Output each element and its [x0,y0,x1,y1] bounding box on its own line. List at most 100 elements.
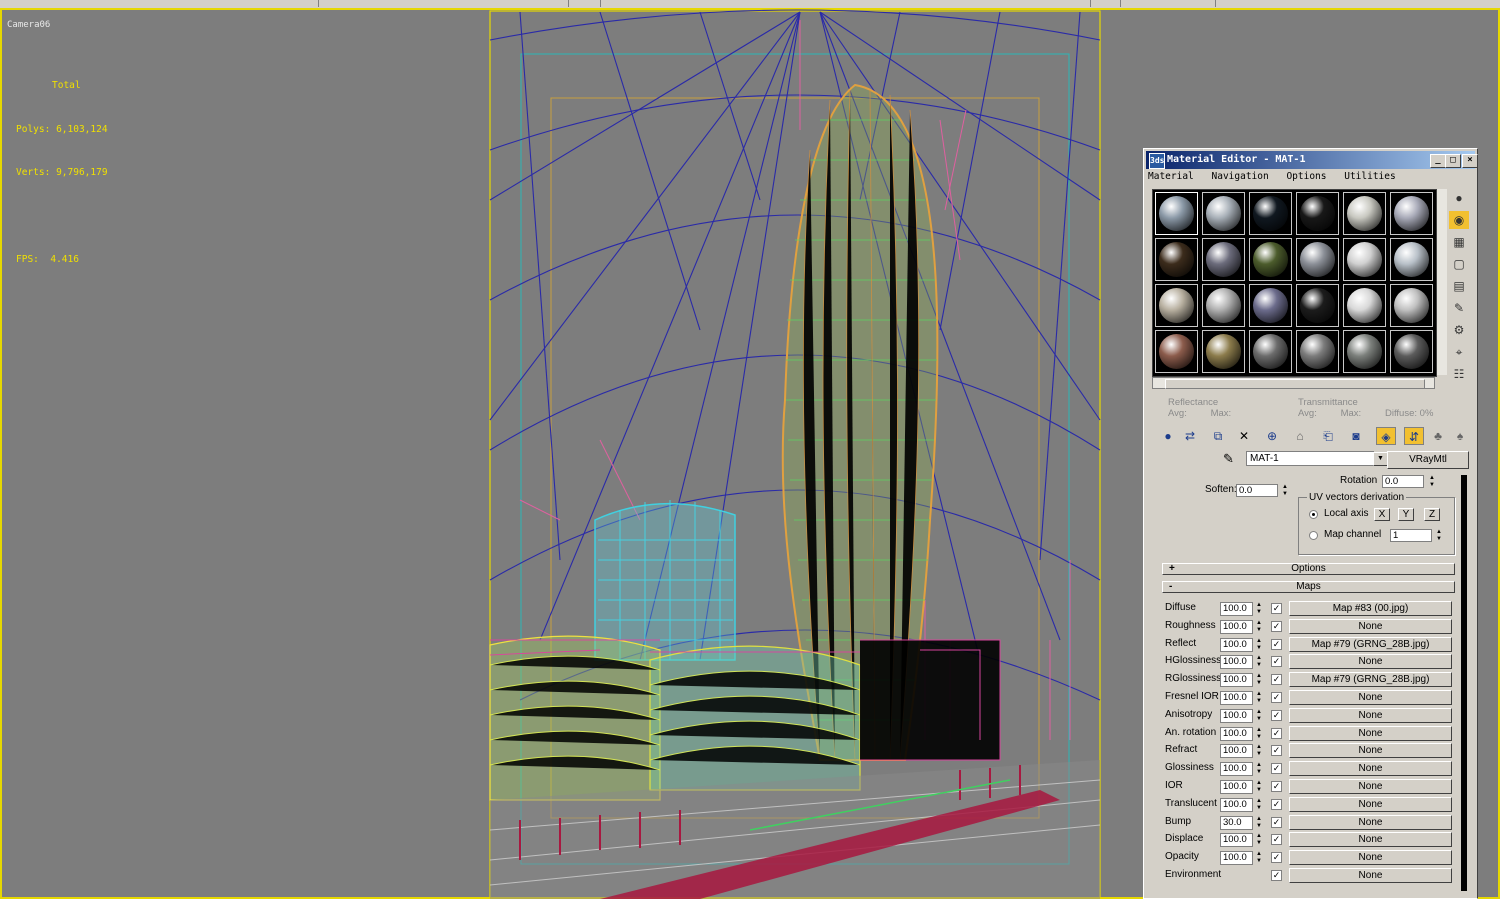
panel-scrollbar[interactable] [1461,475,1467,891]
background-checker-icon[interactable]: ▦ [1449,233,1469,251]
options-icon[interactable]: ⚙ [1449,321,1469,339]
menu-navigation[interactable]: Navigation [1212,171,1269,182]
map-slot-button[interactable]: None [1289,725,1452,741]
map-slot-button[interactable]: None [1289,832,1452,848]
map-amount-field[interactable]: 100.0 [1220,833,1253,848]
map-channel-radio[interactable] [1309,531,1318,540]
map-channel-spinner[interactable]: ▲ ▼ [1435,529,1443,543]
map-enable-checkbox[interactable]: ✓ [1271,656,1282,668]
show-end-result-icon[interactable]: ◈ [1376,427,1396,445]
map-amount-spinner[interactable]: ▲ ▼ [1256,655,1264,669]
map-amount-spinner[interactable]: ▲ ▼ [1256,744,1264,758]
material-sample-slot[interactable] [1202,330,1245,373]
material-sample-slot[interactable] [1202,284,1245,327]
map-amount-spinner[interactable]: ▲ ▼ [1256,620,1264,634]
map-slot-button[interactable]: None [1289,690,1452,705]
scrollbar-thumb[interactable] [1165,379,1425,389]
map-amount-field[interactable]: 100.0 [1220,851,1253,866]
slots-vertical-scrollbar[interactable] [1437,189,1447,375]
map-amount-field[interactable]: 100.0 [1220,619,1253,634]
map-slot-button[interactable]: None [1289,618,1452,634]
map-enable-checkbox[interactable]: ✓ [1271,709,1282,721]
map-slot-button[interactable]: Map #79 (GRNG_28B.jpg) [1289,672,1452,688]
material-name-dropdown[interactable]: ▼ [1373,452,1388,466]
map-slot-button[interactable]: None [1289,654,1452,670]
material-sample-slot[interactable] [1296,284,1339,327]
maps-rollout[interactable]: - Maps [1162,581,1455,593]
map-channel-field[interactable]: 1 [1390,529,1432,542]
make-unique-icon[interactable]: ⊕ [1262,427,1282,445]
slots-horizontal-scrollbar[interactable] [1152,377,1435,389]
material-editor-window[interactable]: 3ds Material Editor - MAT-1 _ □ × Materi… [1143,148,1478,899]
material-sample-slot[interactable] [1343,238,1386,281]
go-to-parent-icon[interactable]: ⇵ [1404,427,1424,445]
map-amount-spinner[interactable]: ▲ ▼ [1256,638,1264,652]
material-sample-slot[interactable] [1390,330,1433,373]
pick-from-object-icon[interactable]: ♠ [1450,427,1470,445]
map-slot-button[interactable]: None [1289,707,1452,723]
map-amount-field[interactable]: 100.0 [1220,691,1253,705]
menu-options[interactable]: Options [1286,171,1326,182]
map-amount-spinner[interactable]: ▲ ▼ [1256,691,1264,705]
map-amount-field[interactable]: 100.0 [1220,762,1253,777]
axis-z-button[interactable]: Z [1424,508,1440,521]
map-enable-checkbox[interactable]: ✓ [1271,692,1282,703]
material-sample-slot[interactable] [1249,330,1292,373]
map-amount-field[interactable]: 100.0 [1220,602,1253,616]
material-sample-slot[interactable] [1296,238,1339,281]
reset-map-icon[interactable]: ✕ [1234,427,1254,445]
material-sample-slot[interactable] [1343,330,1386,373]
axis-y-button[interactable]: Y [1398,508,1414,521]
map-amount-spinner[interactable]: ▲ ▼ [1256,762,1264,776]
map-enable-checkbox[interactable]: ✓ [1271,603,1282,614]
map-amount-field[interactable]: 100.0 [1220,744,1253,759]
map-enable-checkbox[interactable]: ✓ [1271,727,1282,739]
map-enable-checkbox[interactable]: ✓ [1271,870,1282,881]
map-enable-checkbox[interactable]: ✓ [1271,763,1282,775]
menu-material[interactable]: Material [1148,171,1194,182]
map-amount-field[interactable]: 100.0 [1220,655,1253,670]
material-sample-slot[interactable] [1155,330,1198,373]
make-preview-icon[interactable]: ✎ [1449,299,1469,317]
material-sample-slot[interactable] [1390,238,1433,281]
map-enable-checkbox[interactable]: ✓ [1271,745,1282,757]
map-enable-checkbox[interactable]: ✓ [1271,781,1282,792]
map-enable-checkbox[interactable]: ✓ [1271,638,1282,650]
minimize-button[interactable]: _ [1430,154,1446,168]
map-enable-checkbox[interactable]: ✓ [1271,834,1282,846]
put-to-scene-icon[interactable]: ⇄ [1180,427,1200,445]
map-slot-button[interactable]: Map #79 (GRNG_28B.jpg) [1289,636,1452,652]
show-map-in-viewport-icon[interactable]: ◙ [1346,427,1366,445]
material-sample-slot[interactable] [1249,238,1292,281]
map-enable-checkbox[interactable]: ✓ [1271,816,1282,828]
uv-tiling-icon[interactable]: ▢ [1449,255,1469,273]
map-enable-checkbox[interactable]: ✓ [1271,620,1282,632]
map-amount-spinner[interactable]: ▲ ▼ [1256,816,1264,830]
map-slot-button[interactable]: None [1289,850,1452,866]
go-forward-to-sibling-icon[interactable]: ♣ [1428,427,1448,445]
map-amount-spinner[interactable]: ▲ ▼ [1256,798,1264,812]
map-amount-spinner[interactable]: ▲ ▼ [1256,673,1264,687]
map-amount-field[interactable]: 100.0 [1220,673,1253,688]
map-slot-button[interactable]: None [1289,743,1452,759]
material-sample-slot[interactable] [1390,284,1433,327]
rotation-field[interactable]: 0.0 [1382,475,1424,488]
map-enable-checkbox[interactable]: ✓ [1271,798,1282,810]
map-enable-checkbox[interactable]: ✓ [1271,852,1282,864]
backlight-icon[interactable]: ◉ [1449,211,1469,229]
local-axis-radio[interactable] [1309,510,1318,519]
material-sample-slot[interactable] [1296,330,1339,373]
video-color-check-icon[interactable]: ▤ [1449,277,1469,295]
material-editor-titlebar[interactable]: 3ds Material Editor - MAT-1 _ □ × [1146,151,1478,169]
material-sample-slot[interactable] [1343,192,1386,235]
map-amount-field[interactable]: 100.0 [1220,637,1253,652]
maximize-button[interactable]: □ [1445,154,1461,168]
map-amount-field[interactable]: 100.0 [1220,708,1253,723]
material-type-button[interactable]: VRayMtl [1387,451,1469,469]
map-amount-field[interactable]: 100.0 [1220,780,1253,794]
material-sample-slot[interactable] [1249,284,1292,327]
map-slot-button[interactable]: None [1289,761,1452,777]
map-amount-field[interactable]: 30.0 [1220,815,1253,830]
material-sample-slot[interactable] [1155,284,1198,327]
material-sample-slot[interactable] [1202,238,1245,281]
